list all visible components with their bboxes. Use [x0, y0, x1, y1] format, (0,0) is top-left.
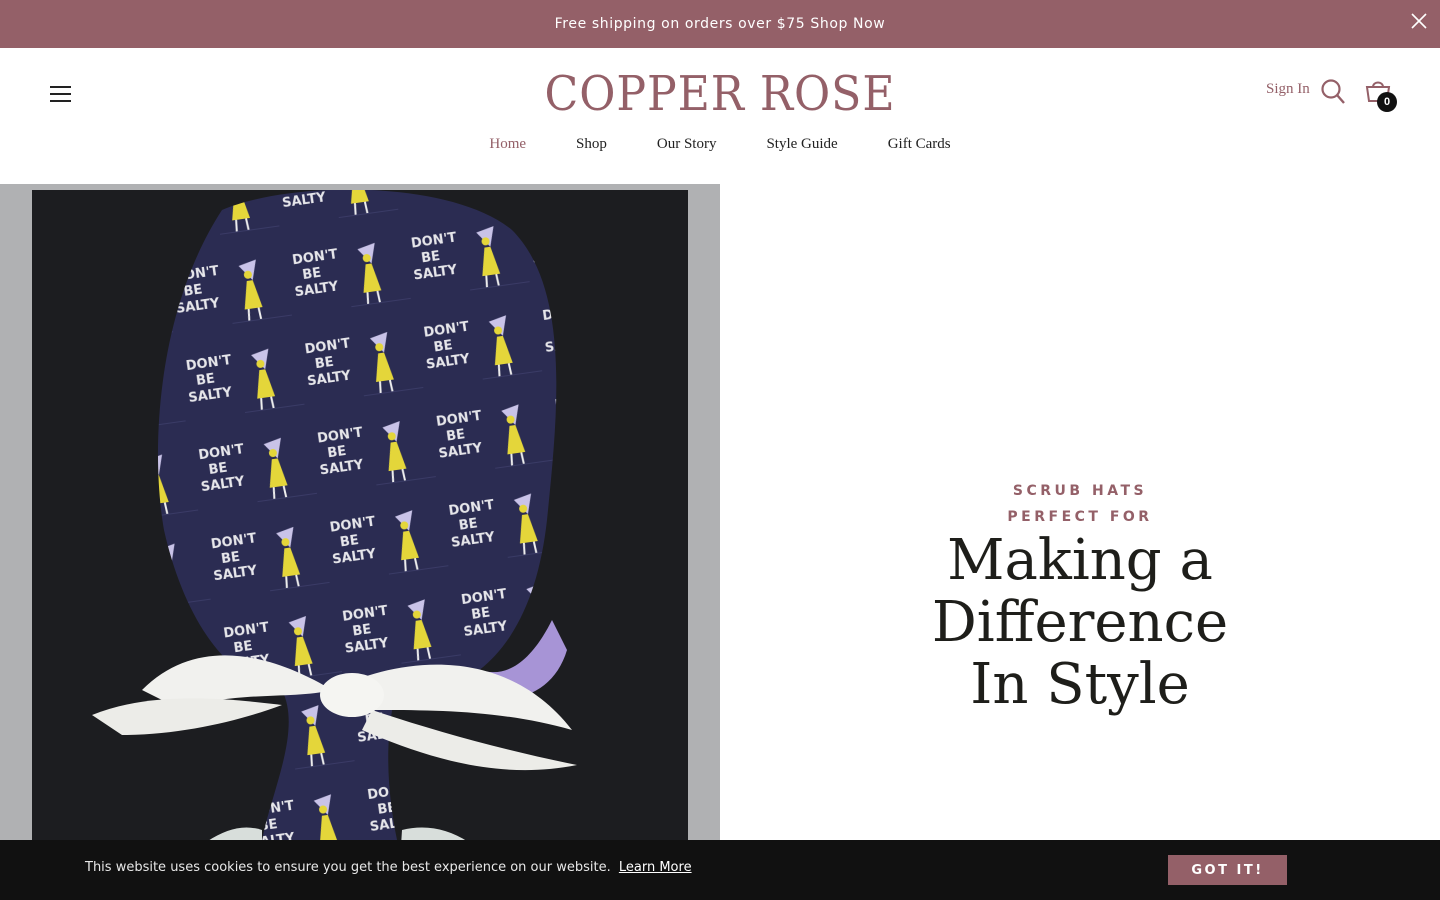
hero-text-panel: SCRUB HATS PERFECT FOR Making a Differen… [720, 184, 1440, 840]
hamburger-menu-icon[interactable] [48, 83, 74, 105]
hero-image-panel: DON'T BE SALTY [0, 184, 720, 900]
cart-count-badge: 0 [1377, 92, 1397, 112]
hero-eyebrow-line2: PERFECT FOR [1007, 509, 1153, 525]
announcement-text[interactable]: Free shipping on orders over $75 Shop No… [555, 16, 886, 32]
got-it-button[interactable]: GOT IT! [1168, 855, 1287, 885]
learn-more-link[interactable]: Learn More [619, 860, 692, 875]
sign-in-link[interactable]: Sign In [1266, 81, 1310, 98]
nav-item-style-guide[interactable]: Style Guide [766, 136, 837, 153]
site-header: COPPER ROSE Sign In 0 Home Shop Our Stor… [0, 48, 1440, 184]
hero-eyebrow-line1: SCRUB HATS [1012, 483, 1148, 499]
hero-headline-line3: In Style [970, 652, 1190, 717]
nav-item-our-story[interactable]: Our Story [657, 136, 717, 153]
announcement-bar: Free shipping on orders over $75 Shop No… [0, 0, 1440, 48]
nav-item-shop[interactable]: Shop [576, 136, 607, 153]
hero-headline: Making a Difference In Style [720, 530, 1440, 716]
cookie-message: This website uses cookies to ensure you … [85, 860, 692, 875]
cookie-text: This website uses cookies to ensure you … [85, 860, 611, 875]
nav-item-home[interactable]: Home [489, 136, 526, 153]
site-logo[interactable]: COPPER ROSE [536, 66, 904, 122]
hero-headline-line1: Making a [947, 528, 1213, 593]
hero-headline-line2: Difference [931, 590, 1229, 655]
shopping-cart-button[interactable]: 0 [1364, 78, 1398, 112]
scrub-hat-product-image: DON'T BE SALTY [32, 190, 688, 900]
main-nav: Home Shop Our Story Style Guide Gift Car… [0, 136, 1440, 153]
nav-item-gift-cards[interactable]: Gift Cards [888, 136, 951, 153]
search-icon[interactable] [1320, 78, 1346, 106]
hero-eyebrow: SCRUB HATS PERFECT FOR [720, 478, 1440, 530]
cookie-banner: This website uses cookies to ensure you … [0, 840, 1440, 900]
close-icon[interactable] [1408, 10, 1430, 32]
